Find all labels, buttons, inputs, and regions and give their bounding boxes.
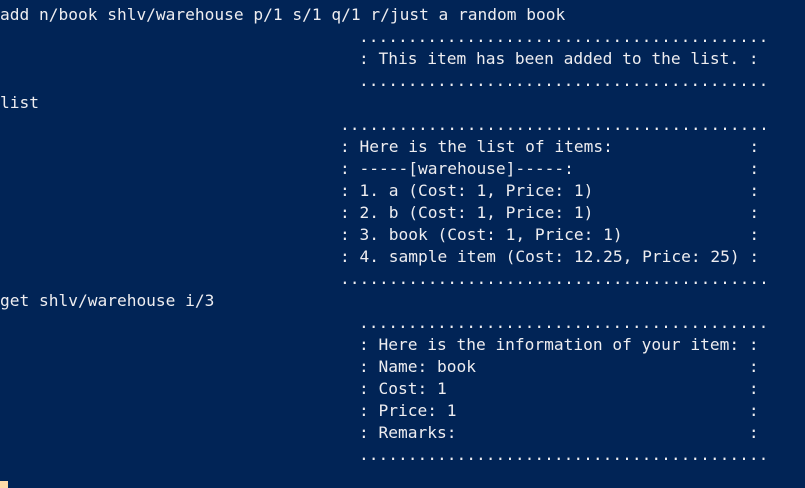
add-output-border-bottom: ........................................… [359,71,769,90]
get-output-header: : Here is the information of your item: … [359,335,759,354]
command-line-get: get shlv/warehouse i/3 [0,291,215,310]
list-output-item: : 2. b (Cost: 1, Price: 1) : [340,203,760,222]
get-output-border-bottom: ........................................… [359,445,769,464]
text-cursor [0,481,8,488]
get-output-name: : Name: book : [359,357,759,376]
get-output-cost: : Cost: 1 : [359,379,759,398]
command-line-add: add n/book shlv/warehouse p/1 s/1 q/1 r/… [0,5,566,24]
list-output-border-top: ........................................… [340,115,769,134]
list-output-item: : 1. a (Cost: 1, Price: 1) : [340,181,760,200]
add-output-message: : This item has been added to the list. … [359,49,759,68]
get-output-border-top: ........................................… [359,313,769,332]
get-output-remarks: : Remarks: : [359,423,759,442]
list-output-item: : 4. sample item (Cost: 12.25, Price: 25… [340,247,760,266]
list-output-border-bottom: ........................................… [340,269,769,288]
command-line-list: list [0,93,39,112]
list-output-shelf: : -----[warehouse]-----: : [340,159,760,178]
add-output-border-top: ........................................… [359,27,769,46]
list-output-header: : Here is the list of items: : [340,137,760,156]
get-output-price: : Price: 1 : [359,401,759,420]
list-output-item: : 3. book (Cost: 1, Price: 1) : [340,225,760,244]
